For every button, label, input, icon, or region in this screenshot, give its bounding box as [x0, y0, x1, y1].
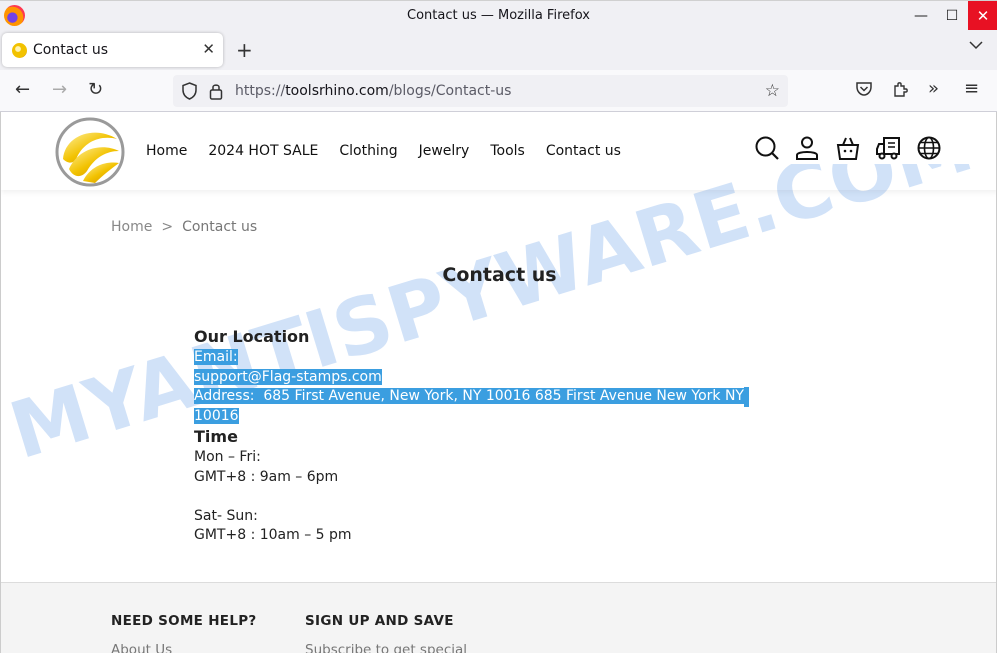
- email-address[interactable]: support@Flag-stamps.com: [194, 368, 382, 385]
- weekday-label: Mon – Fri:: [194, 449, 261, 465]
- site-favicon-icon: [12, 43, 27, 58]
- location-heading: Our Location: [194, 327, 310, 346]
- footer-signup-heading: SIGN UP AND SAVE: [305, 613, 454, 629]
- menu-item-clothing[interactable]: Clothing: [339, 143, 397, 159]
- cart-icon[interactable]: [835, 135, 861, 161]
- app-menu-button[interactable]: ≡: [964, 78, 979, 99]
- email-label: Email:: [194, 349, 238, 365]
- forward-button[interactable]: →: [52, 80, 67, 100]
- contact-content: Our Location Email: support@Flag-stamps.…: [194, 326, 774, 546]
- list-all-tabs-button[interactable]: [969, 38, 983, 54]
- close-window-button[interactable]: ✕: [968, 1, 997, 30]
- window-titlebar: Contact us — Mozilla Firefox — ☐ ✕: [0, 0, 997, 30]
- tracking-protection-shield-icon[interactable]: [181, 82, 198, 100]
- reload-button[interactable]: ↻: [88, 80, 103, 100]
- url-protocol: https://: [235, 83, 286, 99]
- site-footer: NEED SOME HELP? About Us SIGN UP AND SAV…: [1, 582, 996, 653]
- selection-tail: [743, 387, 749, 407]
- page-title: Contact us: [442, 264, 557, 286]
- menu-item-jewelry[interactable]: Jewelry: [419, 143, 470, 159]
- store-logo[interactable]: [55, 117, 125, 187]
- chevron-down-icon: [969, 41, 983, 50]
- maximize-button[interactable]: ☐: [937, 1, 967, 30]
- footer-signup-text: Subscribe to get special: [305, 642, 468, 653]
- back-button[interactable]: ←: [15, 80, 30, 100]
- lock-icon[interactable]: [209, 82, 223, 100]
- web-page: Home 2024 HOT SALE Clothing Jewelry Tool…: [0, 112, 997, 653]
- bookmark-star-icon[interactable]: ☆: [765, 81, 780, 101]
- window-title: Contact us — Mozilla Firefox: [407, 8, 590, 23]
- breadcrumb-current: Contact us: [182, 219, 258, 235]
- tab-bar: Contact us ✕ +: [0, 30, 997, 70]
- language-globe-icon[interactable]: [916, 135, 942, 161]
- menu-item-home[interactable]: Home: [146, 143, 187, 159]
- url-text[interactable]: https://toolsrhino.com/blogs/Contact-us: [235, 83, 511, 99]
- footer-about-us-link[interactable]: About Us: [111, 642, 172, 653]
- shipping-truck-icon[interactable]: [875, 135, 901, 161]
- navigation-toolbar: ← → ↻ https://toolsrhino.com/blogs/Conta…: [0, 70, 997, 112]
- menu-item-tools[interactable]: Tools: [490, 143, 525, 159]
- time-heading: Time: [194, 427, 238, 446]
- more-tools-button[interactable]: »: [928, 78, 939, 99]
- puzzle-piece-icon: [894, 82, 908, 97]
- pocket-icon: [856, 82, 872, 96]
- weekday-hours: GMT+8 : 9am – 6pm: [194, 468, 339, 485]
- minimize-button[interactable]: —: [906, 1, 936, 30]
- footer-help-heading: NEED SOME HELP?: [111, 613, 257, 629]
- breadcrumb: Home > Contact us: [111, 219, 257, 235]
- site-header: Home 2024 HOT SALE Clothing Jewelry Tool…: [1, 112, 996, 190]
- weekend-hours: GMT+8 : 10am – 5 pm: [194, 527, 352, 543]
- tab-label: Contact us: [33, 42, 109, 58]
- weekend-label: Sat- Sun:: [194, 507, 258, 524]
- address-line-2: 10016: [194, 407, 239, 424]
- pocket-button[interactable]: [856, 81, 872, 100]
- search-icon[interactable]: [754, 135, 780, 161]
- new-tab-button[interactable]: +: [236, 38, 253, 62]
- account-icon[interactable]: [794, 135, 820, 161]
- breadcrumb-separator: >: [161, 219, 174, 235]
- extensions-button[interactable]: [892, 81, 908, 101]
- breadcrumb-home-link[interactable]: Home: [111, 219, 152, 235]
- url-domain: toolsrhino.com: [285, 83, 389, 99]
- address-line-1: Address: 685 First Avenue, New York, NY …: [194, 388, 744, 404]
- url-path: /blogs/Contact-us: [388, 83, 512, 99]
- main-menu: Home 2024 HOT SALE Clothing Jewelry Tool…: [146, 143, 642, 159]
- tab-close-icon[interactable]: ✕: [202, 40, 215, 58]
- menu-item-hot-sale[interactable]: 2024 HOT SALE: [208, 143, 318, 159]
- menu-item-contact-us[interactable]: Contact us: [546, 143, 621, 159]
- url-bar[interactable]: https://toolsrhino.com/blogs/Contact-us …: [173, 75, 788, 107]
- tab-contact-us[interactable]: Contact us ✕: [2, 33, 223, 67]
